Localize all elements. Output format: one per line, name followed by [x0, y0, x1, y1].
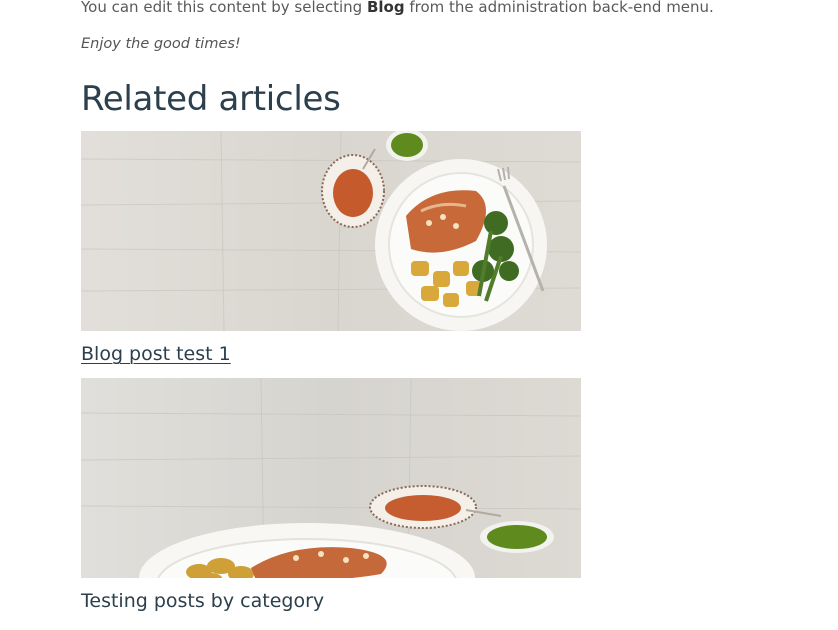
intro-text-end: from the administration back-end menu. [404, 0, 714, 16]
intro-paragraph: You can edit this content by selecting B… [81, 0, 714, 18]
article-link-1[interactable]: Blog post test 1 [81, 341, 231, 367]
enjoy-text: Enjoy the good times! [81, 36, 241, 52]
related-articles-heading: Related articles [81, 79, 341, 119]
intro-text-bold: Blog [366, 0, 405, 16]
article-image-2[interactable] [81, 378, 581, 578]
article-image-1[interactable] [81, 131, 581, 331]
salmon-plate-photo-icon [81, 131, 581, 331]
chicken-plate-photo-icon [81, 378, 581, 578]
article-link-2[interactable]: Testing posts by category [81, 588, 324, 614]
intro-text-start: You can edit this content by selecting [81, 0, 367, 16]
